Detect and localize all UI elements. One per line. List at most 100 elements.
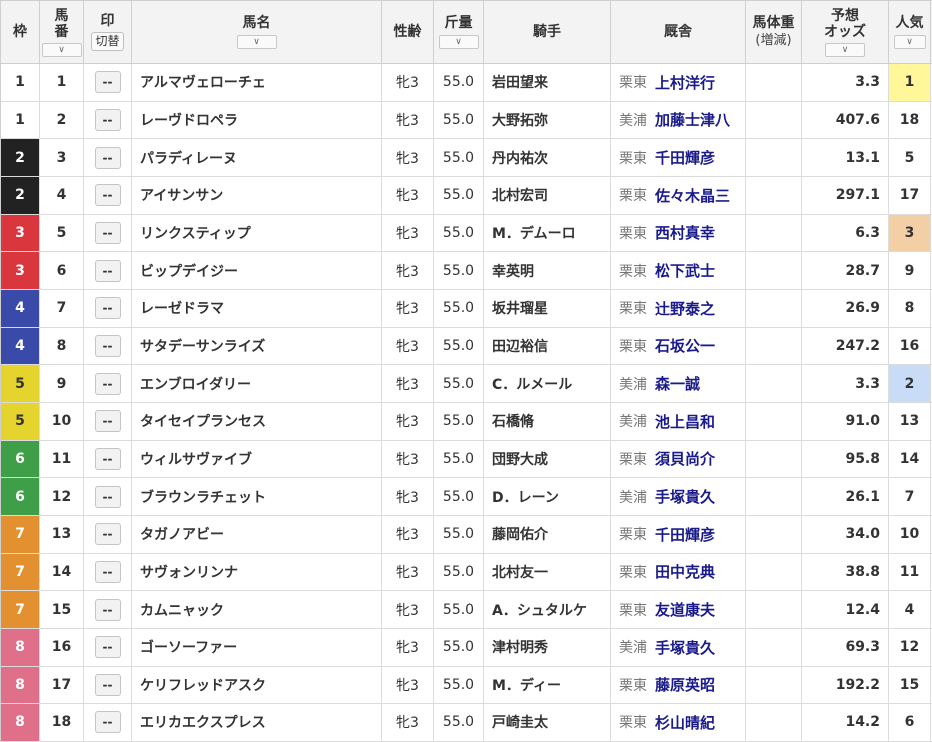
- jockey-link[interactable]: 丹内祐次: [492, 148, 548, 168]
- jockey-link[interactable]: 藤岡佑介: [492, 524, 548, 544]
- horse-name-link[interactable]: ビップデイジー: [140, 261, 238, 281]
- trainer-link[interactable]: 上村洋行: [655, 72, 715, 93]
- body-weight-cell: [746, 252, 802, 289]
- header-name[interactable]: 馬名 ∨: [132, 1, 382, 63]
- jockey-link[interactable]: 北村宏司: [492, 185, 548, 205]
- mark-select-button[interactable]: --: [94, 334, 121, 357]
- trainer-link[interactable]: 手塚貴久: [655, 486, 715, 507]
- mark-select-button[interactable]: --: [94, 259, 121, 282]
- mark-select-button[interactable]: --: [94, 711, 121, 734]
- jockey-link[interactable]: A．シュタルケ: [492, 600, 587, 620]
- mark-select-button[interactable]: --: [94, 372, 121, 395]
- horse-name-link[interactable]: ケリフレッドアスク: [140, 675, 266, 695]
- trainer-link[interactable]: 手塚貴久: [655, 637, 715, 658]
- trainer-link[interactable]: 友道康夫: [655, 599, 715, 620]
- mark-cell: --: [84, 252, 132, 289]
- horse-name-link[interactable]: カムニャック: [140, 600, 224, 620]
- jockey-link[interactable]: 田辺裕信: [492, 336, 548, 356]
- jockey-link[interactable]: 津村明秀: [492, 637, 548, 657]
- mark-select-button[interactable]: --: [94, 673, 121, 696]
- mark-select-button[interactable]: --: [94, 71, 121, 94]
- horse-name-link[interactable]: アイサンサン: [140, 185, 223, 205]
- mark-select-button[interactable]: --: [94, 447, 121, 470]
- jockey-link[interactable]: 岩田望来: [492, 72, 548, 92]
- sort-weight-chevron-down-icon[interactable]: ∨: [438, 35, 479, 49]
- trainer-link[interactable]: 辻野泰之: [655, 298, 715, 319]
- jockey-link[interactable]: C．ルメール: [492, 374, 572, 394]
- odds-cell: 3.3: [802, 365, 889, 402]
- sort-popularity-chevron-down-icon[interactable]: ∨: [893, 35, 926, 49]
- trainer-link[interactable]: 田中克典: [655, 561, 715, 582]
- jockey-link[interactable]: 幸英明: [492, 261, 534, 281]
- mark-select-button[interactable]: --: [94, 184, 121, 207]
- waku-cell: 8: [1, 628, 40, 666]
- horse-name-link[interactable]: エリカエクスプレス: [140, 712, 266, 732]
- trainer-link[interactable]: 池上昌和: [655, 411, 715, 432]
- mark-select-button[interactable]: --: [94, 560, 121, 583]
- jockey-link[interactable]: 石橋脩: [492, 411, 534, 431]
- horse-name-link[interactable]: タイセイプランセス: [140, 411, 266, 431]
- sort-umaban-chevron-down-icon[interactable]: ∨: [41, 42, 82, 57]
- trainer-link[interactable]: 佐々木晶三: [655, 185, 730, 206]
- jockey-link[interactable]: D．レーン: [492, 487, 559, 507]
- trainer-link[interactable]: 松下武士: [655, 260, 715, 281]
- horse-name-link[interactable]: レーゼドラマ: [140, 298, 224, 318]
- mark-select-button[interactable]: --: [94, 297, 121, 320]
- horse-name-link[interactable]: サタデーサンライズ: [140, 336, 265, 356]
- stable-region: 栗東: [619, 564, 647, 581]
- mark-select-button[interactable]: --: [94, 108, 121, 131]
- odds-cell: 26.1: [802, 478, 889, 515]
- mark-switch-button[interactable]: 切替: [91, 32, 124, 51]
- jockey-link[interactable]: M．ディー: [492, 675, 561, 695]
- header-umaban[interactable]: 馬 番 ∨: [40, 1, 84, 63]
- horse-name-link[interactable]: リンクスティップ: [140, 223, 251, 243]
- mark-select-button[interactable]: --: [94, 410, 121, 433]
- horse-name-link[interactable]: サヴォンリンナ: [140, 562, 238, 582]
- popularity-cell: 18: [889, 101, 931, 139]
- mark-select-button[interactable]: --: [94, 146, 121, 169]
- horse-name-link[interactable]: パラディレーヌ: [140, 148, 237, 168]
- horse-name-link[interactable]: エンブロイダリー: [140, 374, 251, 394]
- sort-odds-chevron-down-icon[interactable]: ∨: [825, 42, 865, 57]
- mark-select-button[interactable]: --: [94, 523, 121, 546]
- trainer-link[interactable]: 須貝尚介: [655, 448, 715, 469]
- odds-cell: 297.1: [802, 176, 889, 214]
- jockey-link[interactable]: 坂井瑠星: [492, 298, 548, 318]
- header-weight[interactable]: 斤量 ∨: [434, 1, 484, 63]
- trainer-link[interactable]: 千田輝彦: [655, 147, 715, 168]
- mark-select-button[interactable]: --: [94, 221, 121, 244]
- sort-name-chevron-down-icon[interactable]: ∨: [236, 35, 277, 49]
- mark-select-button[interactable]: --: [94, 485, 121, 508]
- umaban-number: 7: [56, 300, 67, 317]
- horse-name-link[interactable]: ウィルサヴァイブ: [140, 449, 252, 469]
- header-odds[interactable]: 予想 オッズ ∨: [802, 1, 889, 63]
- horse-name-link[interactable]: ブラウンラチェット: [140, 487, 266, 507]
- trainer-link[interactable]: 加藤士津八: [655, 109, 730, 130]
- jockey-link[interactable]: 団野大成: [492, 449, 548, 469]
- mark-select-button[interactable]: --: [94, 636, 121, 659]
- trainer-link[interactable]: 杉山晴紀: [655, 712, 715, 733]
- mark-cell: --: [84, 327, 132, 365]
- horse-name-link[interactable]: アルマヴェローチェ: [140, 72, 266, 92]
- trainer-link[interactable]: 石坂公一: [655, 335, 715, 356]
- jockey-link[interactable]: 北村友一: [492, 562, 548, 582]
- jockey-link[interactable]: M．デムーロ: [492, 223, 576, 243]
- horse-name-link[interactable]: ゴーソーファー: [140, 637, 237, 657]
- mark-select-button[interactable]: --: [94, 598, 121, 621]
- stable-region: 栗東: [619, 677, 647, 694]
- header-popularity[interactable]: 人気 ∨: [889, 1, 931, 63]
- mark-cell: --: [84, 64, 132, 101]
- odds-cell: 6.3: [802, 214, 889, 252]
- header-body-weight: 馬体重 (増減): [746, 1, 802, 63]
- umaban-cell: 14: [40, 553, 84, 591]
- jockey-link[interactable]: 戸崎圭太: [492, 712, 548, 732]
- trainer-link[interactable]: 森一誠: [655, 373, 700, 394]
- stable-cell: 栗東 上村洋行: [611, 64, 746, 101]
- trainer-link[interactable]: 藤原英昭: [655, 674, 715, 695]
- horse-name-link[interactable]: レーヴドロペラ: [140, 110, 238, 130]
- table-row: 8 17 -- ケリフレッドアスク 牝3 55.0 M．ディー 栗東 藤原英昭 192.2 15: [1, 666, 932, 705]
- jockey-link[interactable]: 大野拓弥: [492, 110, 548, 130]
- horse-name-link[interactable]: タガノアビー: [140, 524, 224, 544]
- trainer-link[interactable]: 西村真幸: [655, 222, 715, 243]
- trainer-link[interactable]: 千田輝彦: [655, 524, 715, 545]
